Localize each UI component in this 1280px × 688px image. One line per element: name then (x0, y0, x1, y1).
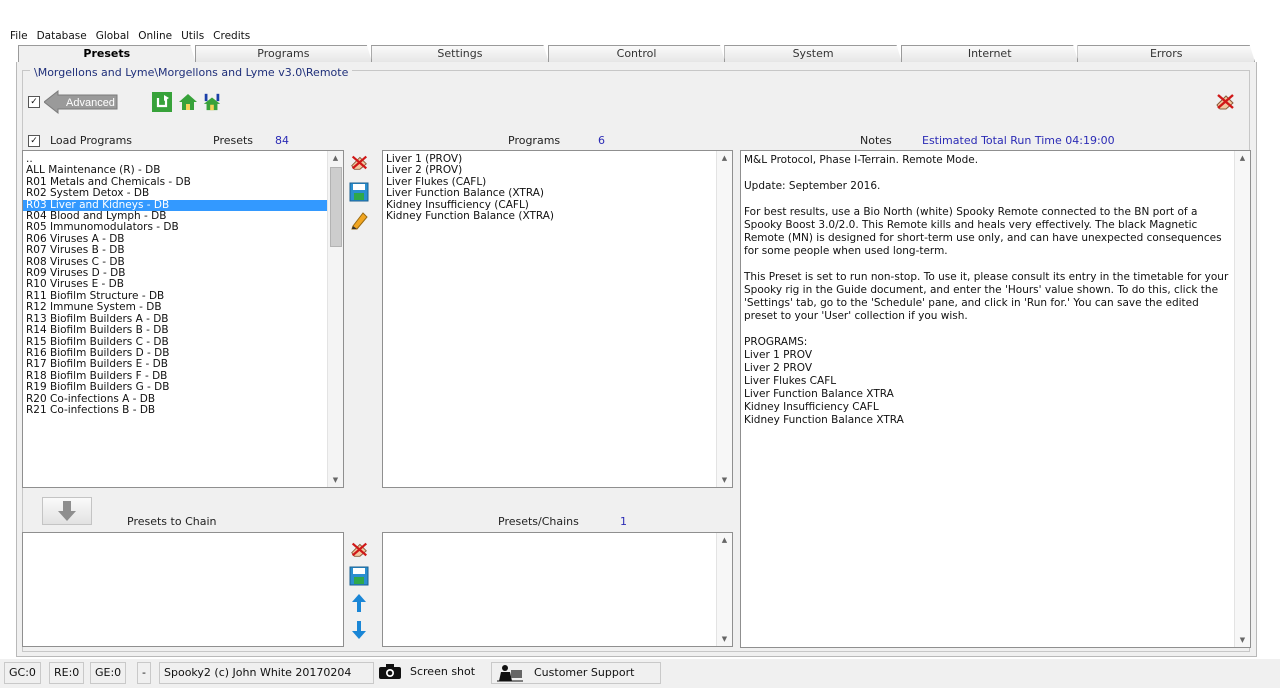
support-icon (497, 665, 523, 682)
delete-preset-icon[interactable] (349, 152, 369, 172)
edit-preset-icon[interactable] (349, 210, 369, 230)
scroll-down-icon[interactable]: ▼ (1235, 633, 1250, 647)
advanced-checkbox[interactable]: ✓ (28, 96, 40, 108)
programs-count: 6 (598, 134, 605, 147)
advanced-button[interactable]: Advanced (44, 90, 118, 114)
arrow-down-icon (58, 501, 76, 521)
customer-support-button[interactable]: Customer Support (491, 662, 661, 684)
chains-scrollbar[interactable]: ▲ ▼ (716, 533, 732, 646)
move-up-icon[interactable] (349, 593, 369, 613)
customer-support-label: Customer Support (534, 666, 635, 679)
presets-to-chain-label: Presets to Chain (127, 515, 217, 528)
menu-online[interactable]: Online (138, 30, 172, 44)
preset-list-item[interactable]: R17 Biofilm Builders E - DB (23, 358, 343, 370)
estimated-run-time: Estimated Total Run Time 04:19:00 (922, 134, 1115, 147)
advanced-label: Advanced (66, 97, 115, 109)
preset-list-item[interactable]: R19 Biofilm Builders G - DB (23, 381, 343, 393)
tab-presets[interactable]: Presets (18, 45, 196, 62)
tab-control[interactable]: Control (547, 45, 726, 62)
preset-list-item[interactable]: R21 Co-infections B - DB (23, 404, 343, 416)
scroll-up-icon[interactable]: ▲ (328, 151, 343, 165)
load-programs-checkbox[interactable]: ✓ (28, 135, 40, 147)
notes-scrollbar[interactable]: ▲ ▼ (1234, 151, 1250, 647)
status-re: RE:0 (49, 662, 85, 684)
status-bar: GC:0 RE:0 GE:0 - Spooky2 (c) John White … (0, 659, 1280, 688)
programs-scrollbar[interactable]: ▲ ▼ (716, 151, 732, 487)
preset-list-item[interactable]: R02 System Detox - DB (23, 187, 343, 199)
load-programs-label: Load Programs (50, 134, 133, 147)
notes-paragraph: Update: September 2016. (744, 180, 881, 192)
save-chain-icon[interactable] (349, 566, 369, 586)
presets-count: 84 (275, 134, 289, 147)
eraser-icon[interactable] (1213, 90, 1237, 112)
menu-utils[interactable]: Utils (181, 30, 204, 44)
preset-path: \Morgellons and Lyme\Morgellons and Lyme… (30, 66, 353, 79)
menu-credits[interactable]: Credits (213, 30, 250, 44)
menu-database[interactable]: Database (37, 30, 87, 44)
presets-chains-label: Presets/Chains (498, 515, 579, 528)
tab-system[interactable]: System (724, 45, 902, 62)
menu-global[interactable]: Global (96, 30, 130, 44)
notes-paragraph: M&L Protocol, Phase I-Terrain. Remote Mo… (744, 154, 979, 166)
home-icon[interactable] (178, 92, 198, 112)
preset-list-item[interactable]: R07 Viruses B - DB (23, 244, 343, 256)
notes-title: Notes (860, 134, 892, 147)
delete-chain-icon[interactable] (349, 539, 369, 559)
presets-scroll-thumb[interactable] (330, 167, 342, 247)
scroll-up-icon[interactable]: ▲ (717, 151, 732, 165)
move-down-icon[interactable] (349, 620, 369, 640)
menu-file[interactable]: File (10, 30, 28, 44)
status-copyright: Spooky2 (c) John White 20170204 (159, 662, 374, 684)
scroll-down-icon[interactable]: ▼ (717, 632, 732, 646)
presets-scrollbar[interactable]: ▲ ▼ (327, 151, 343, 487)
menu-bar: File Database Global Online Utils Credit… (10, 30, 250, 44)
scroll-up-icon[interactable]: ▲ (1235, 151, 1250, 165)
preset-list-item[interactable]: R14 Biofilm Builders B - DB (23, 324, 343, 336)
presets-list[interactable]: .. ALL Maintenance (R) - DB R01 Metals and… (22, 150, 344, 488)
save-preset-icon[interactable] (349, 182, 369, 202)
notes-paragraph: This Preset is set to run non-stop. To u… (744, 271, 1229, 322)
notes-panel[interactable]: M&L Protocol, Phase I-Terrain. Remote Mo… (740, 150, 1251, 648)
status-ge: GE:0 (90, 662, 127, 684)
tab-settings[interactable]: Settings (371, 45, 549, 62)
scroll-up-icon[interactable]: ▲ (717, 533, 732, 547)
programs-list[interactable]: Liver 1 (PROV) Liver 2 (PROV) Liver Flukes… (382, 150, 733, 488)
preset-list-item[interactable]: R12 Immune System - DB (23, 301, 343, 313)
camera-icon (379, 664, 401, 679)
presets-title: Presets (213, 134, 254, 147)
presets-chains-count: 1 (620, 515, 627, 528)
presets-to-chain-list[interactable] (22, 532, 344, 647)
status-gc: GC:0 (4, 662, 41, 684)
main-tabs: Presets Programs Settings Control System… (18, 45, 1256, 62)
scroll-down-icon[interactable]: ▼ (717, 473, 732, 487)
program-list-item[interactable]: Liver Function Balance (XTRA) (383, 187, 732, 199)
presets-chains-list[interactable]: ▲ ▼ (382, 532, 733, 647)
status-dash: - (137, 662, 151, 684)
screenshot-button[interactable]: Screen shot (374, 662, 492, 682)
programs-title: Programs (508, 134, 561, 147)
user-home-icon[interactable] (202, 92, 222, 112)
add-to-chain-button[interactable] (42, 497, 92, 525)
scroll-down-icon[interactable]: ▼ (328, 473, 343, 487)
notes-paragraph: For best results, use a Bio North (white… (744, 206, 1222, 257)
tab-programs[interactable]: Programs (194, 45, 373, 62)
tab-errors[interactable]: Errors (1077, 45, 1256, 62)
notes-paragraph: PROGRAMS: Liver 1 PROV Liver 2 PROV Live… (744, 336, 904, 426)
tab-internet[interactable]: Internet (900, 45, 1079, 62)
program-list-item[interactable]: Kidney Function Balance (XTRA) (383, 210, 732, 222)
screenshot-label: Screen shot (410, 665, 476, 678)
refresh-icon[interactable] (152, 92, 172, 112)
